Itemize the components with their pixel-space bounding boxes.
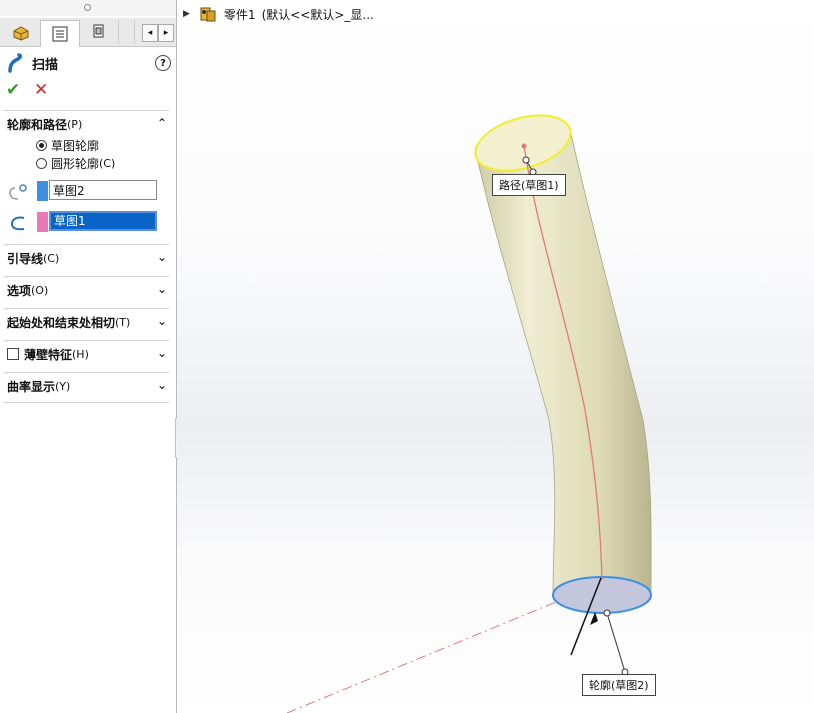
section-key: (C) bbox=[43, 251, 60, 265]
tab-scroll-right-icon[interactable]: ▸ bbox=[158, 24, 174, 42]
path-selection-icon bbox=[10, 216, 25, 231]
divider bbox=[4, 402, 169, 403]
configuration-manager-icon bbox=[93, 24, 104, 38]
section-label: 起始处和结束处相切 bbox=[7, 315, 116, 330]
manager-tabs: ◂ ▸ bbox=[0, 18, 176, 47]
section-label: 曲率显示 bbox=[7, 379, 56, 394]
section-key: (H) bbox=[72, 347, 89, 361]
thin-feature-checkbox[interactable] bbox=[7, 348, 19, 360]
radio-label: 圆形轮廓 bbox=[51, 156, 100, 171]
section-key: (Y) bbox=[55, 379, 71, 393]
section-header-profile-path[interactable]: 轮廓和路径 (P) ⌃ bbox=[7, 114, 169, 134]
profile-color-swatch bbox=[37, 181, 48, 201]
divider bbox=[4, 244, 169, 245]
radio-selected-icon[interactable] bbox=[36, 139, 47, 151]
tab-scroll-buttons: ◂ ▸ bbox=[142, 24, 174, 42]
model-view bbox=[286, 114, 652, 713]
radio-circle-profile[interactable]: 圆形轮廓 (C) bbox=[36, 155, 115, 171]
tab-configuration-manager[interactable] bbox=[80, 20, 119, 44]
section-header-tangency[interactable]: 起始处和结束处相切 (T) ⌄ bbox=[7, 312, 169, 332]
divider bbox=[4, 110, 169, 111]
chevron-down-icon[interactable]: ⌄ bbox=[157, 346, 167, 360]
help-icon[interactable]: ? bbox=[155, 55, 171, 71]
section-key: (T) bbox=[115, 315, 131, 329]
divider bbox=[4, 276, 169, 277]
profile-callout-anchor bbox=[603, 609, 611, 617]
section-label: 轮廓和路径 bbox=[7, 117, 68, 132]
chevron-down-icon[interactable]: ⌄ bbox=[157, 282, 167, 296]
divider bbox=[4, 340, 169, 341]
cancel-button[interactable]: ✕ bbox=[34, 80, 48, 100]
section-header-options[interactable]: 选项 (O) ⌄ bbox=[7, 280, 169, 300]
ok-cancel-group: ✔ ✕ bbox=[6, 80, 66, 100]
section-key: (O) bbox=[31, 283, 49, 297]
section-header-curvature[interactable]: 曲率显示 (Y) ⌄ bbox=[7, 376, 169, 396]
profile-callout[interactable]: 轮廓(草图2) bbox=[582, 674, 656, 696]
direction-arrow-head-icon bbox=[590, 612, 598, 625]
radio-sketch-profile[interactable]: 草图轮廓 bbox=[36, 137, 99, 153]
radio-label: 草图轮廓 bbox=[51, 138, 100, 153]
divider bbox=[4, 308, 169, 309]
profile-selection-icon bbox=[9, 184, 27, 200]
tab-scroll-left-icon[interactable]: ◂ bbox=[142, 24, 158, 42]
property-manager-panel: ◂ ▸ 扫描 ? ✔ ✕ 轮廓和路径 (P) ⌃ 草图轮廓 圆形轮廓 (C) 草图2 bbox=[0, 0, 177, 713]
tab-property-manager[interactable] bbox=[40, 20, 80, 47]
property-manager-icon bbox=[52, 26, 68, 42]
radio-unselected-icon[interactable] bbox=[36, 157, 47, 169]
path-start-point bbox=[521, 143, 527, 149]
sweep-icon bbox=[8, 53, 23, 73]
ok-button[interactable]: ✔ bbox=[6, 80, 20, 100]
radio-key: (C) bbox=[99, 156, 116, 170]
feature-title-bar: 扫描 ? bbox=[6, 52, 171, 74]
profile-callout-leader bbox=[606, 612, 626, 673]
sweep-bottom-face[interactable] bbox=[552, 576, 652, 614]
chevron-down-icon[interactable]: ⌄ bbox=[157, 250, 167, 264]
chevron-up-icon[interactable]: ⌃ bbox=[157, 116, 167, 130]
chevron-down-icon[interactable]: ⌄ bbox=[157, 378, 167, 392]
section-label: 引导线 bbox=[7, 251, 44, 266]
profile-selection-field[interactable]: 草图2 bbox=[49, 180, 157, 200]
section-label: 选项 bbox=[7, 283, 32, 298]
chevron-down-icon[interactable]: ⌄ bbox=[157, 314, 167, 328]
section-header-thin-feature[interactable]: 薄壁特征 (H) ⌄ bbox=[7, 344, 169, 364]
path-callout-anchor bbox=[522, 156, 530, 164]
section-label: 薄壁特征 bbox=[24, 347, 73, 362]
path-selection-row: 草图1 bbox=[6, 211, 166, 233]
tab-feature-manager[interactable] bbox=[2, 20, 41, 44]
path-selection-field[interactable]: 草图1 bbox=[49, 211, 157, 231]
section-header-guides[interactable]: 引导线 (C) ⌄ bbox=[7, 248, 169, 268]
feature-title: 扫描 bbox=[32, 57, 59, 73]
section-key: (P) bbox=[67, 117, 83, 131]
feature-manager-icon bbox=[13, 26, 29, 41]
tab-more[interactable] bbox=[120, 20, 135, 44]
panel-top-strip bbox=[0, 0, 176, 16]
graphics-viewport[interactable]: ▶ 零件1 (默认<<默认>_显... 路径(草图1) 轮廓(草图2) bbox=[177, 0, 814, 713]
panel-drag-dot[interactable] bbox=[84, 4, 91, 11]
path-color-swatch bbox=[37, 212, 48, 232]
path-callout[interactable]: 路径(草图1) bbox=[492, 174, 566, 196]
sweep-body[interactable] bbox=[474, 133, 652, 595]
profile-selection-row: 草图2 bbox=[6, 180, 166, 202]
divider bbox=[4, 372, 169, 373]
axis-line bbox=[286, 584, 598, 713]
